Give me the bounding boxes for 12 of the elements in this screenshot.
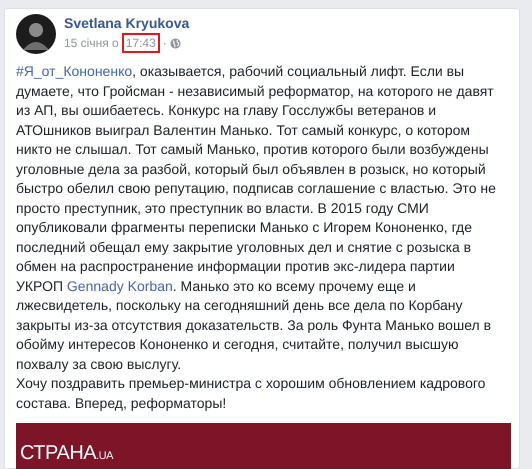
post-date: 15 січня о [64, 36, 119, 50]
separator: · [162, 36, 167, 50]
post-text: #Я_от_Кононенко, оказывается, рабочий социальный лифт. Если вы думаете, что Гройсман - независимый реформатор, на которого не давят из АП, вы ошибаетесь. Конкурс на главу Госслужбы ветеранов и АТОшников выиграл Валентин Манько. Тот самый конкурс, о котором никто не слышал. Тот самый Манько, против которого были возбуждены уголовные дела за разбой, который был объявлен в розыск, но который быстро обелил свою репутацию, подписав соглашение с властью. Это не просто преступник, это преступник во власти. В 2015 году СМИ опубликовали фрагменты переписки Манько с Игорем Кононенко, где последний обещал ему закрытие уголовных дел и снятие с розыска в обмен на распространение информации против экс-лидера партии УКРОП Gennady Korban. Манько это ко всему прочему еще и лжесвидетель, поскольку на сегодняшний день все дела по Корбану закрыты из-за отсутствия доказательств. За роль Фунта Манько вошел в обойму интересов Кононенко и сегодня, считайте, получил высшую похвалу за свою выслугу. [16, 62, 497, 374]
profile-link[interactable]: Gennady Korban [66, 278, 173, 294]
site-logo: СТРАНА.UA [20, 443, 113, 463]
avatar[interactable] [16, 14, 56, 54]
post-text: Хочу поздравить премьер-министра с хорошим обновлением кадрового состава. Вперед, реформаторы! [16, 374, 486, 413]
globe-icon [170, 38, 181, 48]
hashtag-link[interactable]: #Я_от_Кононенко [16, 63, 132, 79]
post-time[interactable]: 17:43 [122, 33, 160, 53]
author-name[interactable]: Svetlana Kryukova [64, 15, 190, 31]
link-preview-banner[interactable]: СТРАНА.UA [16, 423, 511, 469]
